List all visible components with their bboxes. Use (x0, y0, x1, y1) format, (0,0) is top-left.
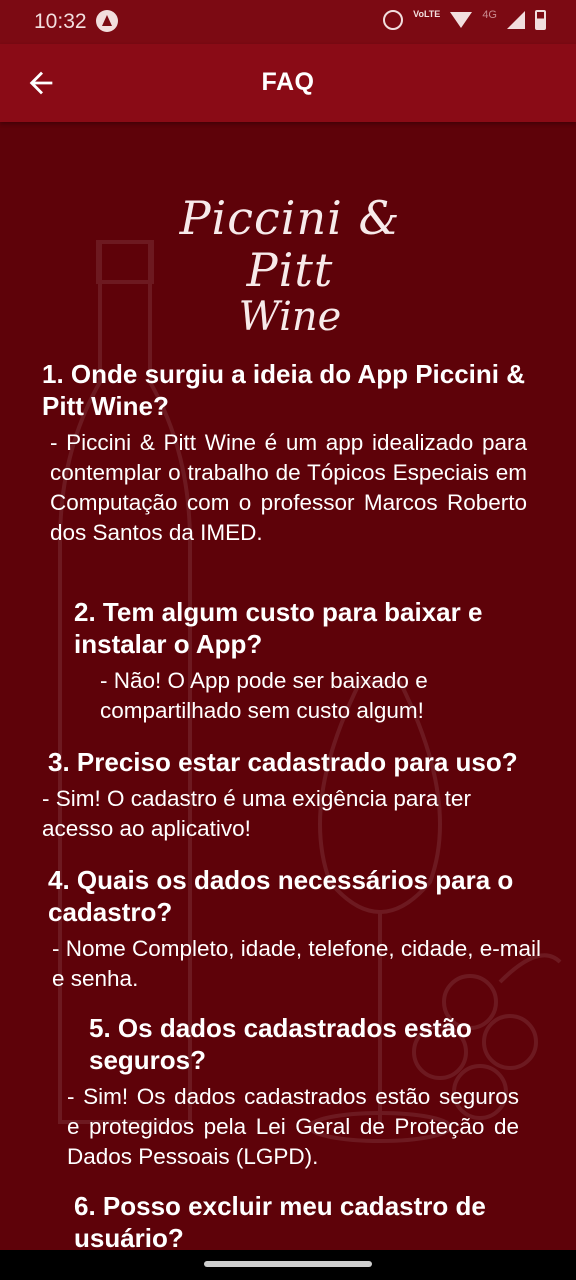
faq-item-3: 3. Preciso estar cadastrado para uso? - … (42, 746, 548, 844)
faq-question: 2. Tem algum custo para baixar e instala… (74, 597, 483, 659)
faq-item-6: 6. Posso excluir meu cadastro de usuário… (74, 1190, 544, 1250)
faq-question: 5. Os dados cadastrados estão seguros? (89, 1013, 472, 1075)
app-bar: FAQ (0, 44, 576, 122)
faq-answer: - Não! O App pode ser baixado e comparti… (100, 668, 428, 723)
faq-item-1: 1. Onde surgiu a ideia do App Piccini & … (42, 358, 537, 548)
wifi-icon (450, 12, 473, 28)
page-title: FAQ (261, 68, 315, 96)
faq-question: 6. Posso excluir meu cadastro de usuário… (74, 1191, 486, 1250)
faq-question: 3. Preciso estar cadastrado para uso? (48, 747, 518, 777)
app-notification-icon (96, 10, 118, 32)
faq-answer: - Nome Completo, idade, telefone, cidade… (52, 936, 542, 991)
brand-logo: Piccini & Pitt Wine (140, 192, 440, 340)
faq-answer: - Sim! Os dados cadastrados estão seguro… (67, 1084, 519, 1169)
system-navigation-bar (0, 1250, 576, 1280)
alarm-icon (383, 10, 404, 30)
faq-item-4: 4. Quais os dados necessários para o cad… (48, 864, 543, 994)
status-time: 10:32 (34, 10, 87, 33)
faq-item-5: 5. Os dados cadastrados estão seguros? -… (67, 1012, 519, 1172)
signal-icon (507, 11, 525, 29)
home-gesture-handle[interactable] (204, 1261, 372, 1267)
faq-answer: - Piccini & Pitt Wine é um app idealizad… (50, 430, 527, 545)
lte-icon: VoLTE (413, 9, 441, 19)
faq-question: 1. Onde surgiu a ideia do App Piccini & … (42, 359, 526, 421)
faq-question: 4. Quais os dados necessários para o cad… (48, 865, 514, 927)
network-type-label: 4G (482, 9, 497, 21)
status-icons: VoLTE 4G (383, 9, 546, 31)
logo-line-2: Wine (238, 294, 342, 340)
battery-icon (535, 10, 546, 30)
status-bar: 10:32 VoLTE 4G (0, 0, 576, 44)
faq-item-2: 2. Tem algum custo para baixar e instala… (74, 596, 514, 726)
faq-content[interactable]: Piccini & Pitt Wine 1. Onde surgiu a ide… (0, 122, 576, 1250)
logo-line-1: Piccini & Pitt (179, 191, 401, 297)
faq-answer: - Sim! O cadastro é uma exigência para t… (42, 786, 471, 841)
